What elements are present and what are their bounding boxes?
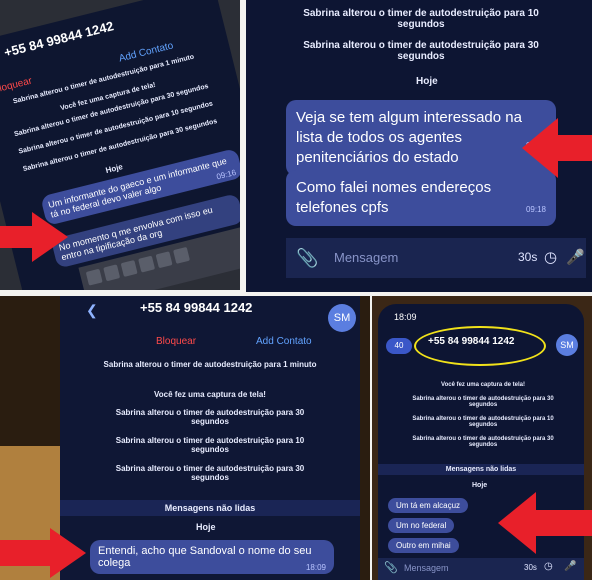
attach-icon[interactable]: 📎 xyxy=(384,561,398,574)
system-line: Sabrina alterou o timer de autodestruiçã… xyxy=(115,408,305,426)
system-line: Sabrina alterou o timer de autodestruiçã… xyxy=(412,416,554,428)
system-line: Você fez uma captura de tela! xyxy=(154,390,266,399)
message-input[interactable]: Mensagem xyxy=(334,250,398,265)
system-line: Sabrina alterou o timer de autodestruiçã… xyxy=(103,360,317,369)
composer-bar: 📎 Mensagem 30s ◷ 🎤 xyxy=(286,238,586,278)
red-arrow xyxy=(0,528,90,578)
message-bubble: Veja se tem algum interessado na lista d… xyxy=(286,100,556,176)
message-bubble: Um no federal xyxy=(388,518,455,533)
day-label: Hoje xyxy=(196,522,216,532)
day-label: Hoje xyxy=(472,482,488,489)
day-label: Hoje xyxy=(104,162,124,176)
timer-icon[interactable]: ◷ xyxy=(544,248,557,266)
message-text: Como falei nomes endereços telefones cpf… xyxy=(296,179,492,216)
contact-number: +55 84 99844 1242 xyxy=(428,336,515,347)
photo-bottom-right: 18:09 40 +55 84 99844 1242 SM Você fez u… xyxy=(372,296,592,580)
timer-label: 30s xyxy=(524,563,537,572)
mic-icon[interactable]: 🎤 xyxy=(564,561,576,572)
block-button[interactable]: Bloquear xyxy=(156,336,196,347)
message-time: 09:18 xyxy=(525,205,546,214)
photo-top-left: +55 84 99844 1242 Bloquear Add Contato S… xyxy=(0,0,240,290)
contact-number: +55 84 99844 1242 xyxy=(140,300,253,315)
system-line: Sabrina alterou o timer de autodestruiçã… xyxy=(115,436,305,454)
unread-label: Mensagens não lidas xyxy=(60,500,360,516)
message-time: 18:09 xyxy=(305,563,326,572)
composer-bar: 📎 Mensagem 30s ◷ 🎤 xyxy=(378,558,584,580)
message-bubble: Um tá em alcaçuz xyxy=(388,498,469,513)
red-arrow xyxy=(522,118,592,178)
message-text: Entendi, acho que Sandoval o nome do seu… xyxy=(98,545,312,569)
system-line: Sabrina alterou o timer de autodestruiçã… xyxy=(303,8,539,30)
status-clock: 18:09 xyxy=(394,312,417,322)
message-text: Um no federal xyxy=(396,521,447,530)
contact-number: +55 84 99844 1242 xyxy=(2,18,116,61)
system-line: Você fez uma captura de tela! xyxy=(441,382,525,388)
photo-bottom-left: ❮ +55 84 99844 1242 SM Bloquear Add Cont… xyxy=(0,296,370,580)
add-contact-button[interactable]: Add Contato xyxy=(256,336,312,347)
red-arrow xyxy=(0,212,70,262)
system-line: Sabrina alterou o timer de autodestruiçã… xyxy=(303,40,539,62)
message-bubble: Outro em mihai xyxy=(388,538,459,553)
back-icon[interactable]: ❮ xyxy=(86,302,98,319)
system-line: Sabrina alterou o timer de autodestruiçã… xyxy=(412,436,554,448)
message-time: 09:16 xyxy=(215,167,238,182)
avatar[interactable]: SM xyxy=(328,304,356,332)
photo-top-right: Sabrina alterou o timer de autodestruiçã… xyxy=(246,0,592,292)
timer-label: 30s xyxy=(518,250,538,264)
message-text: Veja se tem algum interessado na lista d… xyxy=(296,109,522,166)
message-input[interactable]: Mensagem xyxy=(404,563,449,573)
system-line: Sabrina alterou o timer de autodestruiçã… xyxy=(115,464,305,482)
unread-label: Mensagens não lidas xyxy=(378,464,584,475)
system-line: Sabrina alterou o timer de autodestruiçã… xyxy=(412,396,554,408)
back-button[interactable]: 40 xyxy=(386,338,412,354)
message-text: Outro em mihai xyxy=(396,541,451,550)
attach-icon[interactable]: 📎 xyxy=(296,248,318,269)
avatar[interactable]: SM xyxy=(556,334,578,356)
red-arrow xyxy=(498,492,592,554)
message-text: Um tá em alcaçuz xyxy=(396,501,461,510)
day-label: Hoje xyxy=(416,76,438,87)
message-bubble: Entendi, acho que Sandoval o nome do seu… xyxy=(90,540,334,574)
mic-icon[interactable]: 🎤 xyxy=(566,248,585,266)
block-button[interactable]: Bloquear xyxy=(0,76,33,96)
message-bubble: Como falei nomes endereços telefones cpf… xyxy=(286,170,556,226)
phone-screen: ❮ +55 84 99844 1242 SM Bloquear Add Cont… xyxy=(60,296,360,580)
timer-icon[interactable]: ◷ xyxy=(544,561,553,572)
